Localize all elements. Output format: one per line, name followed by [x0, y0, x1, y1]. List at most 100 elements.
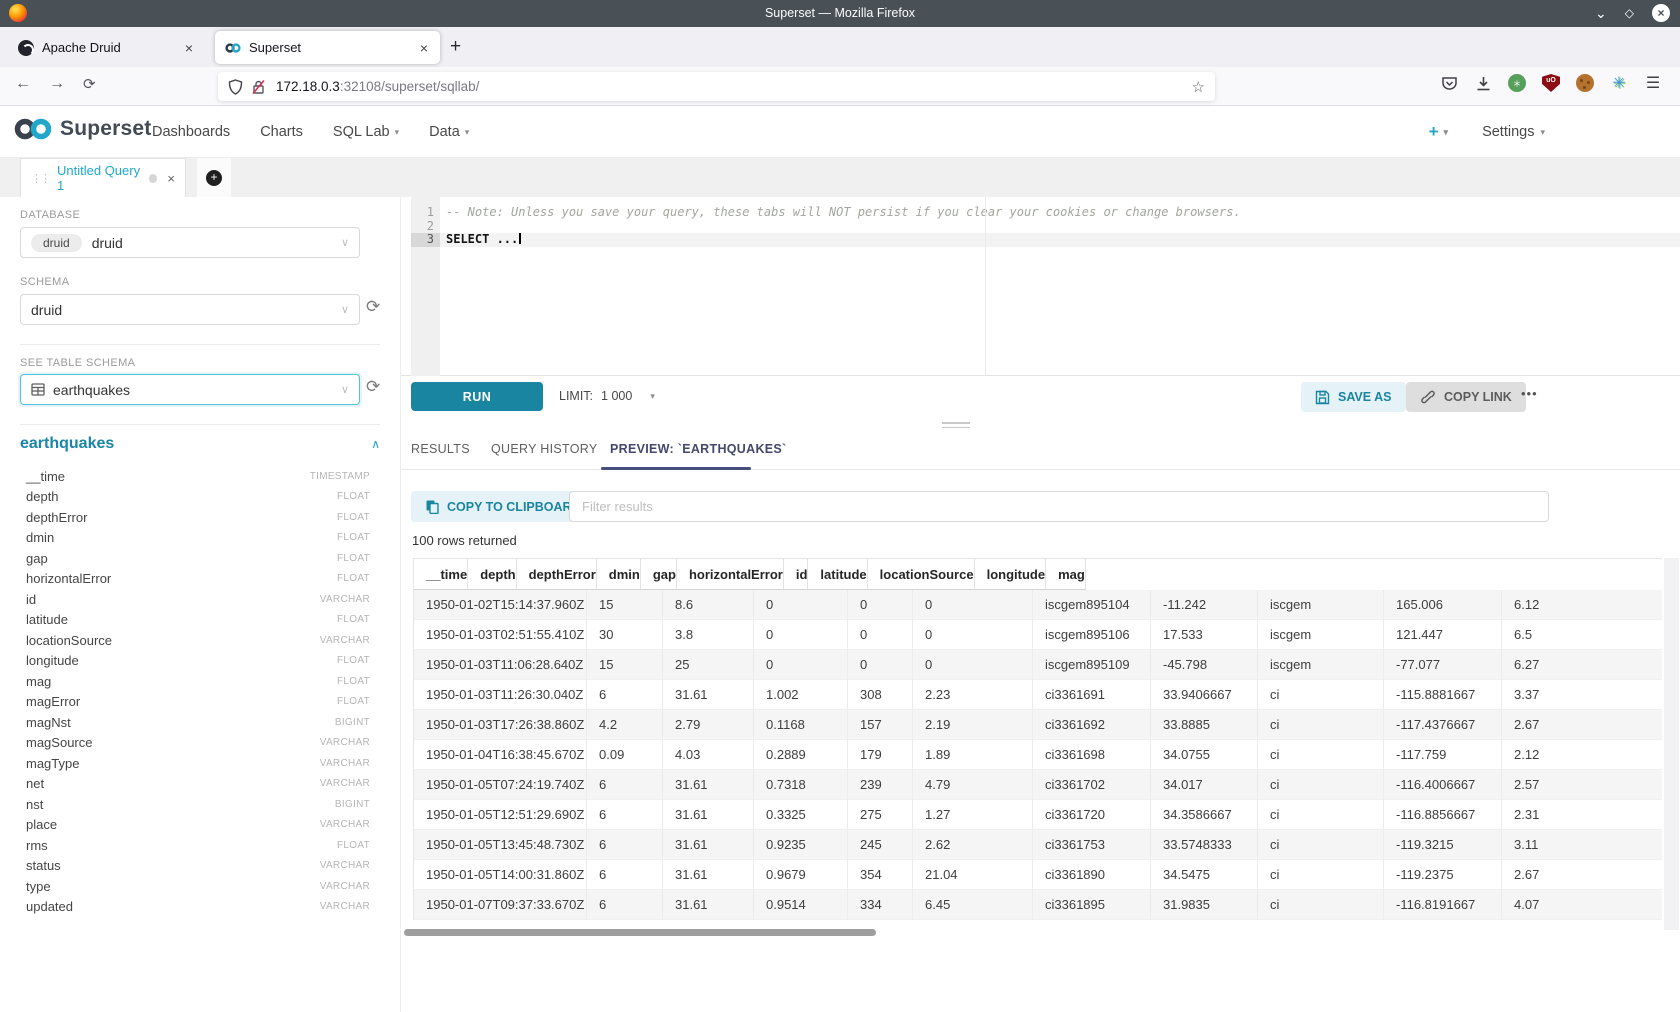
table-row[interactable]: 1950-01-05T07:24:19.740Z 6 31.61 0.7318 … [414, 770, 1662, 800]
query-tab-close-icon[interactable]: × [167, 171, 175, 186]
save-as-button[interactable]: SAVE AS [1301, 382, 1406, 412]
shield-icon[interactable] [228, 79, 243, 95]
table-column-row[interactable]: rms FLOAT [26, 835, 370, 856]
copy-link-button[interactable]: COPY LINK [1406, 382, 1526, 412]
settings-menu[interactable]: Settings▾ [1482, 124, 1545, 140]
downloads-icon[interactable] [1474, 74, 1492, 92]
table-column-row[interactable]: id VARCHAR [26, 589, 370, 610]
table-column-row[interactable]: dmin FLOAT [26, 528, 370, 549]
schema-select[interactable]: druid ∨ [20, 294, 360, 325]
refresh-schema-icon[interactable]: ⟳ [366, 297, 380, 317]
table-column-row[interactable]: horizontalError FLOAT [26, 569, 370, 590]
collapse-chevron-up-icon[interactable]: ∧ [371, 437, 380, 451]
table-column-row[interactable]: latitude FLOAT [26, 610, 370, 631]
table-column-row[interactable]: depth FLOAT [26, 487, 370, 508]
table-column-row[interactable]: magSource VARCHAR [26, 733, 370, 754]
column-header[interactable]: mag [1046, 559, 1086, 590]
table-column-row[interactable]: __time TIMESTAMP [26, 466, 370, 487]
table-row[interactable]: 1950-01-03T11:26:30.040Z 6 31.61 1.002 3… [414, 680, 1662, 710]
browser-tab-apache-druid[interactable]: Apache Druid × [8, 31, 205, 64]
table-column-row[interactable]: updated VARCHAR [26, 897, 370, 918]
table-column-row[interactable]: magNst BIGINT [26, 712, 370, 733]
column-header[interactable]: dmin [597, 559, 641, 590]
window-close-button[interactable]: × [1652, 4, 1670, 22]
table-row[interactable]: 1950-01-07T09:37:33.670Z 6 31.61 0.9514 … [414, 890, 1662, 920]
back-button[interactable]: ← [15, 75, 31, 93]
column-header[interactable]: longitude [975, 559, 1047, 590]
column-header[interactable]: gap [641, 559, 677, 590]
table-column-row[interactable]: type VARCHAR [26, 876, 370, 897]
url-bar[interactable]: 172.18.0.3:32108/superset/sqllab/ ☆ [218, 72, 1215, 101]
table-column-row[interactable]: longitude FLOAT [26, 651, 370, 672]
database-select[interactable]: druid druid ∨ [20, 227, 360, 258]
column-header[interactable]: horizontalError [677, 559, 784, 590]
run-button[interactable]: RUN [411, 382, 543, 411]
superset-logo[interactable]: Superset [12, 116, 151, 142]
table-column-row[interactable]: place VARCHAR [26, 815, 370, 836]
table-row[interactable]: 1950-01-05T13:45:48.730Z 6 31.61 0.9235 … [414, 830, 1662, 860]
window-minimize-button[interactable]: ⌄ [1595, 4, 1607, 22]
reload-button[interactable]: ⟳ [83, 75, 96, 93]
more-options-button[interactable]: ••• [1521, 386, 1538, 401]
column-header[interactable]: locationSource [868, 559, 975, 590]
bookmark-star-icon[interactable]: ☆ [1192, 78, 1205, 96]
browser-tab-superset[interactable]: Superset × [215, 31, 440, 64]
pocket-icon[interactable] [1440, 74, 1458, 92]
menu-icon[interactable]: ☰ [1644, 74, 1662, 92]
sql-editor[interactable]: 1 2 3 -- Note: Unless you save your quer… [401, 197, 1680, 376]
nav-dashboards[interactable]: Dashboards [152, 124, 230, 140]
table-column-row[interactable]: gap FLOAT [26, 548, 370, 569]
cookie-icon[interactable] [1576, 74, 1594, 92]
copy-to-clipboard-button[interactable]: COPY TO CLIPBOARD [411, 491, 595, 522]
tab-close-icon[interactable]: × [418, 40, 430, 56]
table-column-row[interactable]: net VARCHAR [26, 774, 370, 795]
tab-results[interactable]: RESULTS [411, 442, 470, 456]
limit-dropdown[interactable]: LIMIT: 1 000 ▾ [559, 389, 655, 403]
query-tab-active[interactable]: ⋮⋮ Untitled Query 1 × [20, 158, 186, 197]
new-item-button[interactable]: +▾ [1429, 122, 1448, 142]
filter-results-input[interactable] [569, 491, 1549, 522]
table-name-heading[interactable]: earthquakes [20, 435, 114, 453]
table-row[interactable]: 1950-01-05T14:00:31.860Z 6 31.61 0.9679 … [414, 860, 1662, 890]
table-column-row[interactable]: status VARCHAR [26, 856, 370, 877]
vertical-scrollbar-track[interactable] [1664, 558, 1679, 930]
tab-preview-earthquakes[interactable]: PREVIEW: `EARTHQUAKES` [610, 442, 787, 456]
nav-charts[interactable]: Charts [260, 124, 303, 140]
forward-button[interactable]: → [49, 75, 65, 93]
insecure-lock-icon[interactable] [251, 79, 266, 95]
table-row[interactable]: 1950-01-05T12:51:29.690Z 6 31.61 0.3325 … [414, 800, 1662, 830]
table-row[interactable]: 1950-01-03T11:06:28.640Z 15 25 0 0 0 isc… [414, 650, 1662, 680]
extension-icon[interactable]: ＊ [1508, 74, 1526, 92]
drag-handle-icon[interactable]: ⋮⋮ [31, 172, 49, 185]
column-header[interactable]: depth [468, 559, 516, 590]
tab-query-history[interactable]: QUERY HISTORY [491, 442, 597, 456]
table-row[interactable]: 1950-01-03T17:26:38.860Z 4.2 2.79 0.1168… [414, 710, 1662, 740]
table-row[interactable]: 1950-01-02T15:14:37.960Z 15 8.6 0 0 0 is… [414, 590, 1662, 620]
horizontal-scrollbar-thumb[interactable] [404, 929, 876, 936]
extension-asterisk-icon[interactable]: ✳ [1610, 74, 1628, 92]
table-column-row[interactable]: magError FLOAT [26, 692, 370, 713]
column-header[interactable]: depthError [517, 559, 597, 590]
column-header[interactable]: latitude [808, 559, 867, 590]
ublock-icon[interactable]: uO [1542, 74, 1560, 92]
nav-sql-lab[interactable]: SQL Lab▾ [333, 124, 399, 140]
table-column-row[interactable]: mag FLOAT [26, 671, 370, 692]
table-row[interactable]: 1950-01-03T02:51:55.410Z 30 3.8 0 0 0 is… [414, 620, 1662, 650]
new-tab-button[interactable]: + [450, 36, 461, 58]
refresh-table-icon[interactable]: ⟳ [366, 377, 380, 397]
nav-data[interactable]: Data▾ [429, 124, 469, 140]
url-text[interactable]: 172.18.0.3:32108/superset/sqllab/ [276, 79, 1192, 94]
table-column-row[interactable]: depthError FLOAT [26, 507, 370, 528]
tab-close-icon[interactable]: × [183, 40, 195, 56]
column-header[interactable]: id [784, 559, 809, 590]
browser-tab-label: Apache Druid [42, 40, 183, 55]
table-column-row[interactable]: nst BIGINT [26, 794, 370, 815]
column-header[interactable]: __time [414, 559, 468, 590]
window-maximize-button[interactable]: ◇ [1625, 4, 1634, 22]
pane-splitter-handle[interactable] [942, 422, 970, 430]
add-query-tab-button[interactable]: + [197, 158, 231, 197]
table-column-row[interactable]: magType VARCHAR [26, 753, 370, 774]
table-column-row[interactable]: locationSource VARCHAR [26, 630, 370, 651]
table-select[interactable]: earthquakes ∨ [20, 374, 360, 405]
table-row[interactable]: 1950-01-04T16:38:45.670Z 0.09 4.03 0.288… [414, 740, 1662, 770]
